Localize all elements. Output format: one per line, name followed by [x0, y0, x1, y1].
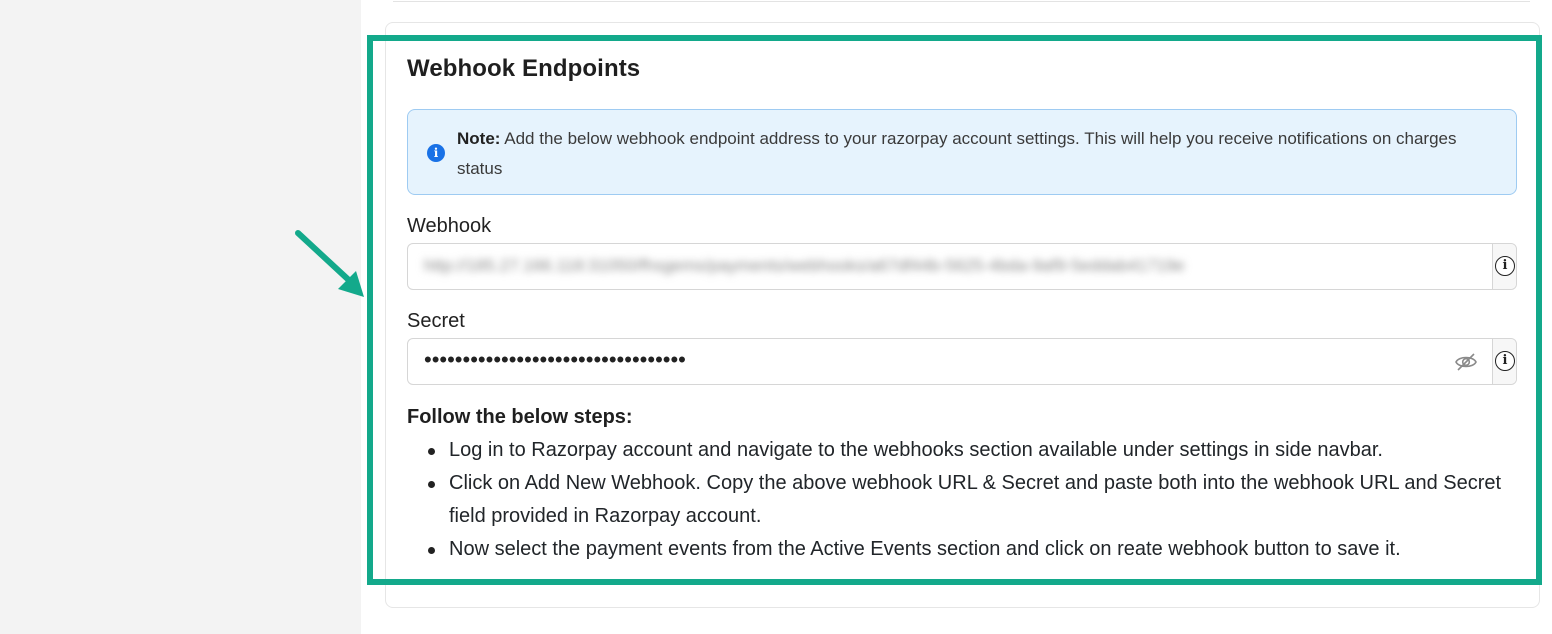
arrow-icon: [295, 230, 364, 297]
highlight-box: [367, 35, 1542, 585]
previous-card-edge: [393, 0, 1530, 2]
left-panel: [0, 0, 361, 634]
